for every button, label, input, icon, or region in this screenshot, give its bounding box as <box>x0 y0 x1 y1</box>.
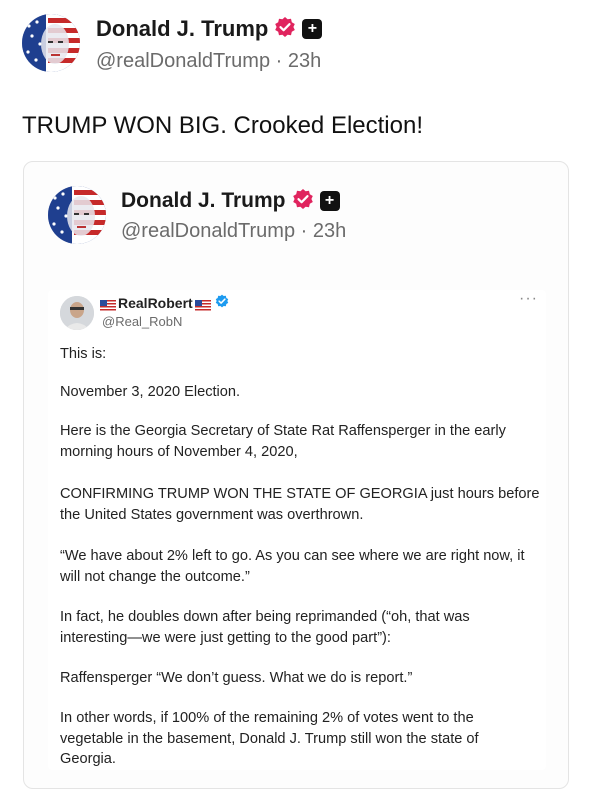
tweet-text-line: morning hours of November 4, 2020, <box>60 444 298 460</box>
tweet-text-line: CONFIRMING TRUMP WON THE STATE OF GEORGI… <box>60 486 540 502</box>
author-name[interactable]: Donald J. Trump <box>96 16 268 42</box>
author-handle: @realDonaldTrump · 23h <box>96 50 322 72</box>
tweet-text-line: will not change the outcome.” <box>60 569 250 585</box>
tweet-text-line: “We have about 2% left to go. As you can… <box>60 548 525 564</box>
tweet-text-line: Georgia. <box>60 751 116 767</box>
quoted-author-name[interactable]: Donald J. Trump <box>121 189 286 213</box>
tweet-text-line: Raffensperger “We don’t guess. What we d… <box>60 670 413 686</box>
us-flag-icon <box>100 298 116 311</box>
verified-badge-icon <box>292 188 314 215</box>
tweet-text-line: This is: <box>60 346 107 362</box>
quoted-author-avatar[interactable] <box>48 186 106 244</box>
quoted-post-card[interactable]: Donald J. Trump + @realDonaldTrump · 23h <box>23 161 569 789</box>
embedded-author-avatar <box>60 296 94 330</box>
tweet-text-line: In other words, if 100% of the remaining… <box>60 710 474 726</box>
blue-check-icon <box>215 294 229 313</box>
embedded-author-handle: @Real_RobN <box>102 314 183 329</box>
us-flag-icon <box>194 298 211 311</box>
post-text: TRUMP WON BIG. Crooked Election! <box>22 112 423 139</box>
plus-badge-icon: + <box>302 19 323 39</box>
tweet-text-line: Here is the Georgia Secretary of State R… <box>60 423 506 439</box>
plus-badge-icon: + <box>319 191 340 211</box>
embedded-tweet-image: RealRobert @Real_RobN ··· This is: Novem… <box>48 290 546 770</box>
tweet-text-line: the United States government was overthr… <box>60 507 364 523</box>
embedded-author-name: RealRobert <box>118 295 193 311</box>
tweet-text-line: vegetable in the basement, Donald J. Tru… <box>60 731 479 747</box>
tweet-text-line: In fact, he doubles down after being rep… <box>60 609 470 625</box>
quoted-author-handle: @realDonaldTrump · 23h <box>121 220 347 242</box>
author-avatar[interactable] <box>22 14 80 72</box>
verified-badge-icon <box>274 16 296 43</box>
tweet-text-line: November 3, 2020 Election. <box>60 384 241 400</box>
tweet-text-line: interesting—we were just getting to the … <box>60 630 391 646</box>
more-options-icon: ··· <box>519 290 538 307</box>
